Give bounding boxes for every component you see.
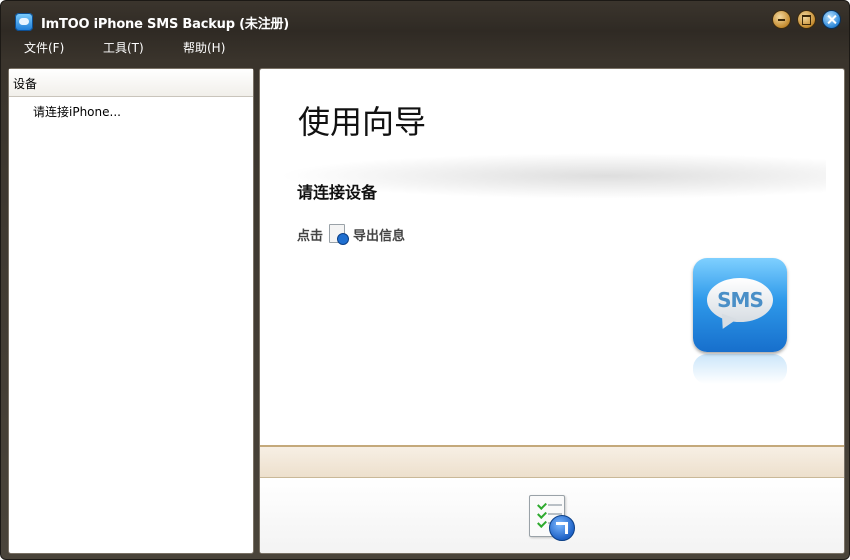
footer-band xyxy=(260,447,844,478)
instruction-suffix: 导出信息 xyxy=(353,228,406,244)
export-button[interactable] xyxy=(527,495,577,541)
sms-logo-reflection xyxy=(693,354,787,384)
menu-bar: 文件(F) 工具(T) 帮助(H) xyxy=(1,37,849,59)
app-icon xyxy=(15,13,33,31)
section-title: 请连接设备 xyxy=(297,183,378,202)
device-panel: 设备 请连接iPhone... xyxy=(8,68,254,554)
close-button[interactable] xyxy=(822,10,841,29)
export-arrow-icon xyxy=(549,515,575,541)
device-panel-header: 设备 xyxy=(9,69,253,97)
menu-tools[interactable]: 工具(T) xyxy=(103,39,144,56)
menu-help[interactable]: 帮助(H) xyxy=(183,39,225,56)
speech-bubble-icon: SMS xyxy=(707,278,773,322)
device-header-label: 设备 xyxy=(13,77,38,91)
instruction-line: 点击 导出信息 xyxy=(297,224,406,245)
device-list-item[interactable]: 请连接iPhone... xyxy=(33,103,121,120)
app-window: ImTOO iPhone SMS Backup (未注册) 文件(F) 工具(T… xyxy=(0,0,850,560)
title-bar[interactable]: ImTOO iPhone SMS Backup (未注册) xyxy=(1,1,849,37)
sms-logo-icon: SMS xyxy=(693,258,787,352)
minimize-button[interactable] xyxy=(772,10,791,29)
wizard-panel: 使用向导 请连接设备 点击 导出信息 SMS xyxy=(259,68,845,554)
sms-logo-text: SMS xyxy=(717,288,764,312)
instruction-prefix: 点击 xyxy=(297,228,324,244)
menu-file[interactable]: 文件(F) xyxy=(24,39,64,56)
export-mini-icon xyxy=(328,224,350,245)
wizard-title: 使用向导 xyxy=(298,103,427,141)
window-title: ImTOO iPhone SMS Backup (未注册) xyxy=(41,17,290,32)
maximize-button[interactable] xyxy=(797,10,816,29)
